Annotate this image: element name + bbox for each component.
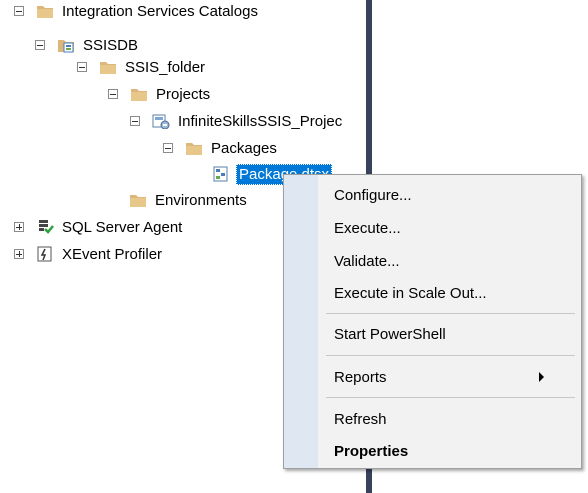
node-label: Projects	[156, 85, 211, 103]
sql-agent-icon	[36, 219, 54, 235]
folder-icon	[99, 59, 117, 75]
tree-node-project[interactable]: InfiniteSkillsSSIS_Projec	[130, 109, 344, 133]
submenu-arrow-icon	[539, 372, 544, 382]
menu-item-properties[interactable]: Properties	[334, 438, 408, 464]
collapse-icon[interactable]	[77, 62, 87, 72]
node-label: SSIS_folder	[125, 58, 206, 76]
ssis-package-icon	[212, 166, 230, 182]
node-label: Integration Services Catalogs	[62, 2, 258, 20]
tree-node-ssisdb[interactable]: SSISDB	[35, 33, 140, 57]
menu-item-validate[interactable]: Validate...	[334, 248, 400, 274]
menu-item-label: Reports	[334, 368, 387, 386]
menu-item-execute-in-scale-out[interactable]: Execute in Scale Out...	[334, 280, 487, 306]
tree-node-environments[interactable]: Environments	[107, 188, 249, 212]
folder-icon	[129, 192, 147, 208]
catalog-database-icon	[57, 37, 75, 53]
tree-node-sql-server-agent[interactable]: SQL Server Agent	[14, 215, 184, 239]
collapse-icon[interactable]	[108, 89, 118, 99]
collapse-icon[interactable]	[35, 40, 45, 50]
menu-item-refresh[interactable]: Refresh	[334, 406, 387, 432]
folder-icon	[185, 140, 203, 156]
folder-icon	[36, 3, 54, 19]
node-label: XEvent Profiler	[62, 245, 163, 263]
expand-icon[interactable]	[14, 222, 24, 232]
tree-node-ssis-folder[interactable]: SSIS_folder	[77, 55, 207, 79]
tree-node-projects[interactable]: Projects	[108, 82, 212, 106]
folder-icon	[130, 86, 148, 102]
node-label: Packages	[211, 139, 277, 157]
menu-separator	[326, 355, 575, 356]
collapse-icon[interactable]	[163, 143, 173, 153]
node-label: InfiniteSkillsSSIS_Projec	[178, 112, 343, 130]
xevent-profiler-icon	[36, 246, 54, 262]
ssis-project-icon	[152, 113, 170, 129]
menu-item-start-powershell[interactable]: Start PowerShell	[334, 321, 446, 347]
menu-separator	[326, 313, 575, 314]
context-menu: Configure... Execute... Validate... Exec…	[283, 174, 582, 469]
menu-item-configure[interactable]: Configure...	[334, 182, 412, 208]
collapse-icon[interactable]	[14, 6, 24, 16]
menu-icon-gutter	[284, 175, 318, 468]
node-label: Environments	[155, 191, 247, 209]
collapse-icon[interactable]	[130, 116, 140, 126]
tree-node-packages[interactable]: Packages	[163, 136, 279, 160]
expand-icon[interactable]	[14, 249, 24, 259]
tree-node-xevent-profiler[interactable]: XEvent Profiler	[14, 242, 164, 266]
node-label: SQL Server Agent	[62, 218, 183, 236]
node-label: SSISDB	[83, 36, 139, 54]
menu-item-execute[interactable]: Execute...	[334, 215, 401, 241]
menu-separator	[326, 397, 575, 398]
menu-item-reports[interactable]: Reports	[334, 364, 564, 390]
tree-node-integration-services-catalogs[interactable]: Integration Services Catalogs	[14, 0, 260, 23]
